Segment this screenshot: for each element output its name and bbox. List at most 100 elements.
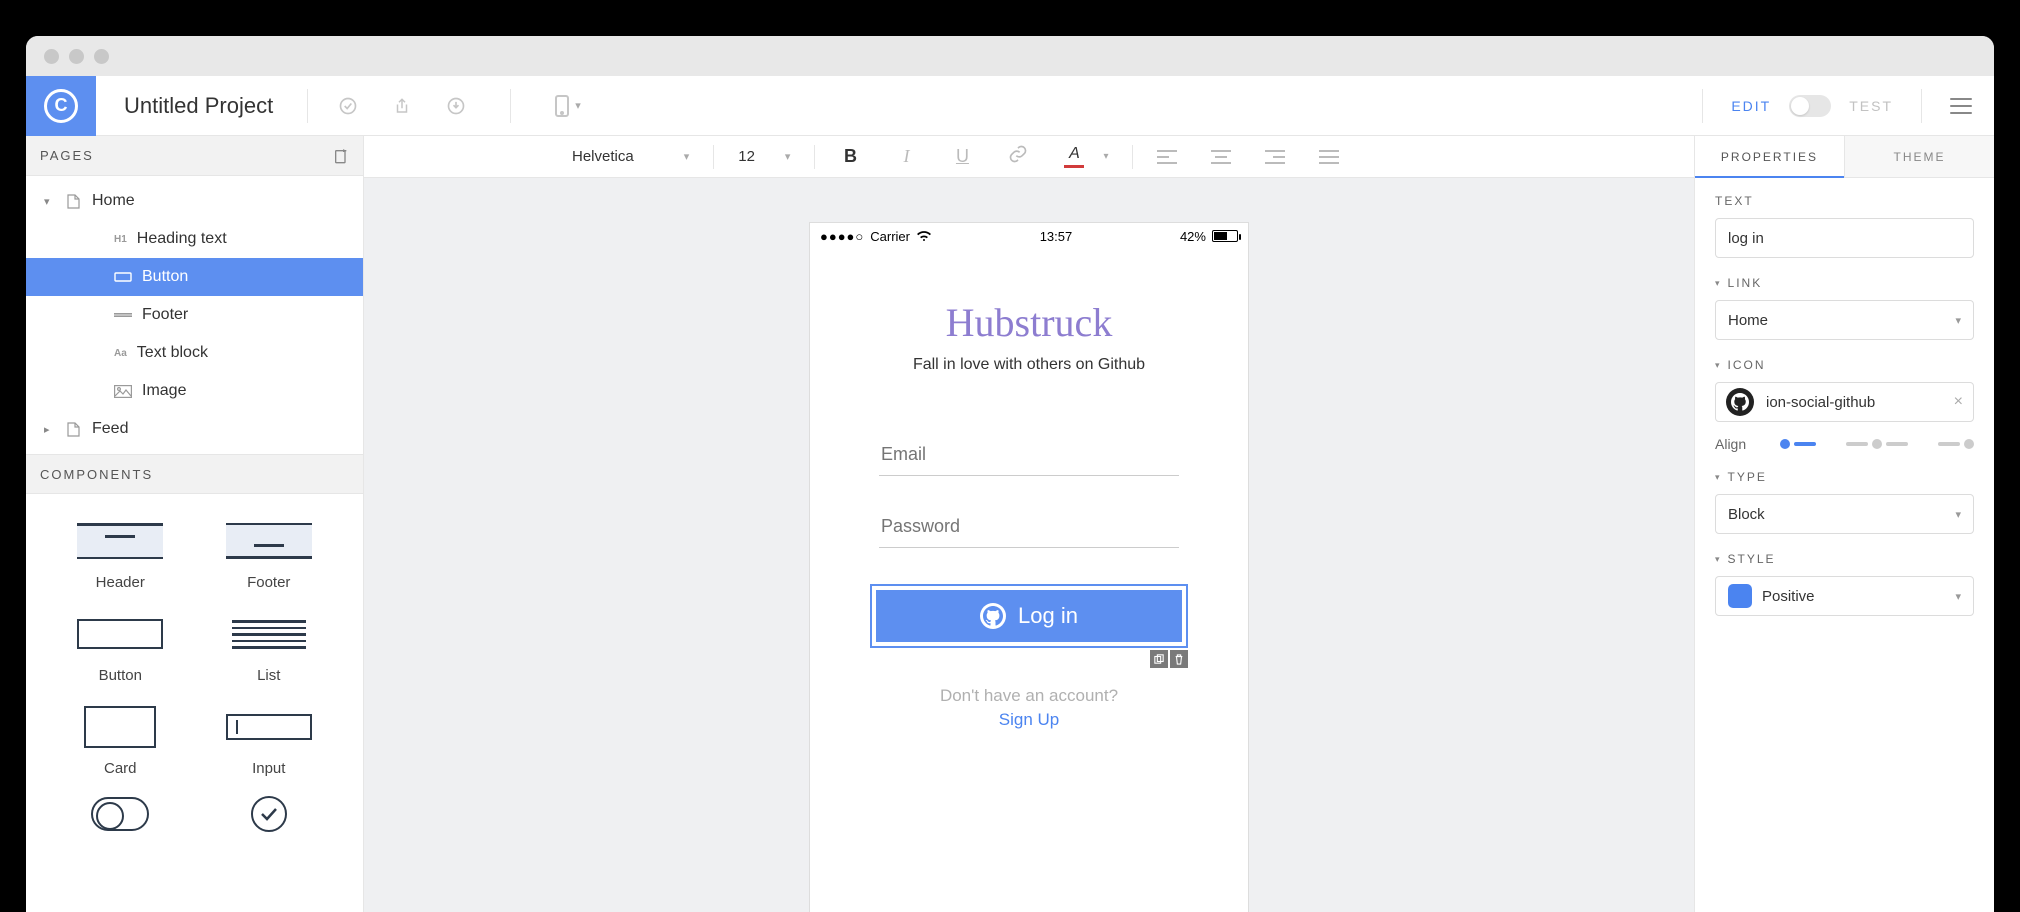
components-label: COMPONENTS [40,467,153,482]
font-size-dropdown[interactable]: 12 ▾ [738,148,790,165]
tree-label: Feed [92,420,128,438]
font-size-value: 12 [738,148,755,165]
icon-chip[interactable]: ion-social-github × [1715,382,1974,422]
align-right-button[interactable] [1265,150,1285,164]
component-list[interactable]: List [205,611,334,684]
heading-icon: H1 [114,234,127,245]
tree-item-button[interactable]: Button [26,258,363,296]
battery-label: 42% [1180,229,1206,244]
left-panel: PAGES ▾ Home H1 Heading text Button [26,136,364,912]
icon-align-right[interactable] [1938,439,1974,449]
window-close-icon[interactable] [44,49,59,64]
project-title[interactable]: Untitled Project [124,93,273,119]
component-card[interactable]: Card [56,704,185,777]
device-dropdown[interactable]: ▾ [555,95,581,117]
tree-label: Footer [142,306,188,324]
component-toggle[interactable] [56,791,185,837]
password-field[interactable] [879,506,1179,548]
mode-test[interactable]: TEST [1849,98,1893,114]
button-preview-icon [77,619,163,649]
logo-icon: C [44,89,78,123]
status-time: 13:57 [1040,229,1073,244]
component-label: Header [96,574,145,591]
component-label: Footer [247,574,290,591]
align-justify-button[interactable] [1319,150,1339,164]
pages-header: PAGES [26,136,363,176]
italic-button[interactable]: I [895,146,917,167]
window-minimize-icon[interactable] [69,49,84,64]
page-icon [64,194,82,208]
font-family-dropdown[interactable]: Helvetica ▾ [572,148,689,165]
tree-item-heading[interactable]: H1 Heading text [26,220,363,258]
tree-item-home[interactable]: ▾ Home [26,182,363,220]
align-center-button[interactable] [1211,150,1231,164]
app-window: C Untitled Project ▾ EDIT TEST [26,36,1994,912]
icon-align-left[interactable] [1780,439,1816,449]
link-button[interactable] [1007,144,1029,169]
type-select[interactable]: Block ▾ [1715,494,1974,534]
chevron-right-icon: ▸ [44,423,54,436]
login-button[interactable]: Log in [876,590,1182,642]
align-left-button[interactable] [1157,150,1177,164]
toggle-preview-icon [91,797,149,831]
email-field[interactable] [879,434,1179,476]
icon-name: ion-social-github [1766,394,1875,411]
component-footer[interactable]: Footer [205,518,334,591]
app-logo[interactable]: C [26,76,96,136]
tree-label: Image [142,382,186,400]
component-label: Button [99,667,142,684]
signal-icon: ●●●●○ [820,229,864,244]
input-preview-icon [226,714,312,740]
tree-item-image[interactable]: Image [26,372,363,410]
link-select[interactable]: Home ▾ [1715,300,1974,340]
battery-icon [1212,230,1238,242]
section-icon[interactable]: ICON [1715,358,1974,372]
footer-preview-icon [226,523,312,559]
mode-edit[interactable]: EDIT [1731,98,1771,114]
chevron-down-icon[interactable]: ▾ [1103,151,1108,162]
menu-icon[interactable] [1950,98,1972,114]
chevron-down-icon: ▾ [1955,314,1961,327]
clear-icon[interactable]: × [1954,393,1963,411]
signup-link[interactable]: Sign Up [940,710,1118,730]
app-tagline: Fall in love with others on Github [913,356,1145,374]
align-label: Align [1715,436,1746,452]
center-column: Helvetica ▾ 12 ▾ B I U A [364,136,1694,912]
share-icon[interactable] [392,96,412,116]
download-icon[interactable] [446,96,466,116]
type-value: Block [1728,506,1765,523]
delete-icon[interactable] [1170,650,1188,668]
mode-toggle[interactable] [1789,95,1831,117]
canvas[interactable]: ●●●●○ Carrier 13:57 42% Hubstruck Fall i… [364,178,1694,912]
underline-button[interactable]: U [951,146,973,167]
icon-align-center[interactable] [1846,439,1908,449]
sync-icon[interactable] [338,96,358,116]
component-button[interactable]: Button [56,611,185,684]
section-link[interactable]: LINK [1715,276,1974,290]
text-color-button[interactable]: A [1063,145,1085,168]
components-header: COMPONENTS [26,454,363,494]
duplicate-icon[interactable] [1150,650,1168,668]
tree-item-textblock[interactable]: Aa Text block [26,334,363,372]
component-input[interactable]: Input [205,704,334,777]
app-brand: Hubstruck [946,299,1113,346]
tree-item-footer[interactable]: Footer [26,296,363,334]
pages-label: PAGES [40,148,94,163]
phone-content: Hubstruck Fall in love with others on Gi… [810,249,1248,912]
style-select[interactable]: Positive ▾ [1715,576,1974,616]
add-page-icon[interactable] [333,148,349,164]
tab-theme[interactable]: THEME [1845,136,1994,177]
text-input[interactable] [1715,218,1974,258]
selected-element[interactable]: Log in [870,584,1188,648]
section-style[interactable]: STYLE [1715,552,1974,566]
component-header[interactable]: Header [56,518,185,591]
bold-button[interactable]: B [839,146,861,167]
tab-properties[interactable]: PROPERTIES [1695,136,1845,177]
card-preview-icon [84,706,156,748]
footer-icon [114,308,132,322]
section-type[interactable]: TYPE [1715,470,1974,484]
component-checkbox[interactable] [205,791,334,837]
tree-item-feed[interactable]: ▸ Feed [26,410,363,448]
window-zoom-icon[interactable] [94,49,109,64]
no-account-text: Don't have an account? [940,686,1118,706]
